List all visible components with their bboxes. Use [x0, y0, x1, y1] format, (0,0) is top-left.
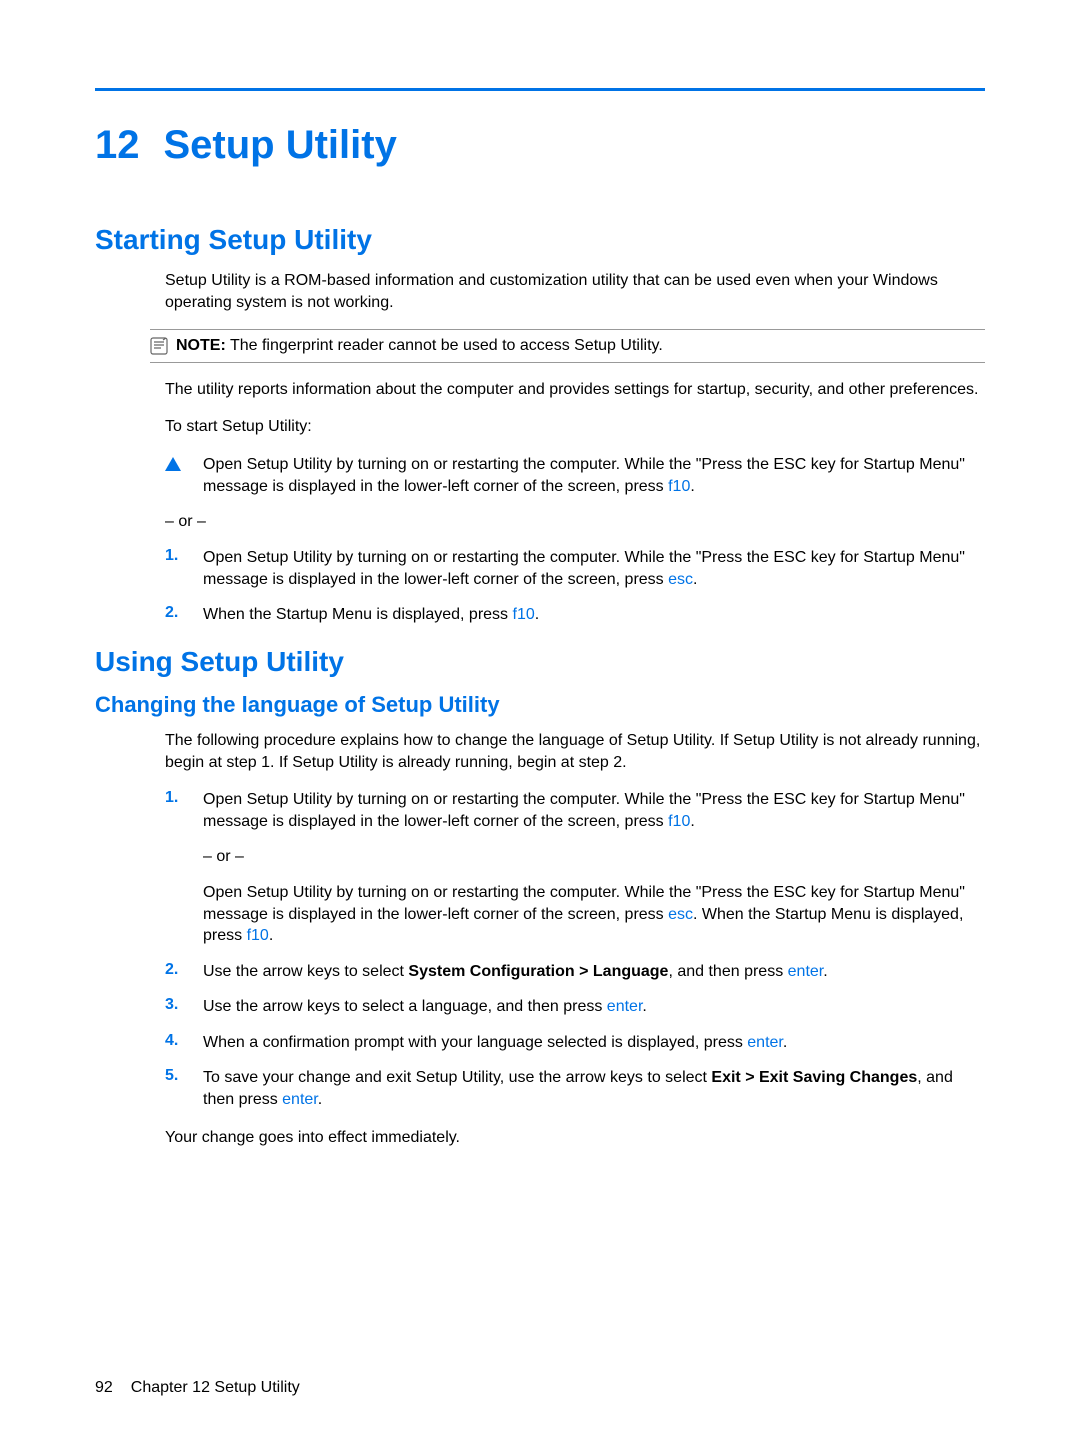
note-block: NOTE: The fingerprint reader cannot be u… [150, 329, 985, 363]
bullet-triangle-row: Open Setup Utility by turning on or rest… [165, 454, 985, 497]
s2-step-3: 3. Use the arrow keys to select a langua… [165, 996, 985, 1018]
s2-step-1-text: Open Setup Utility by turning on or rest… [203, 789, 985, 947]
s1-step-2-text: When the Startup Menu is displayed, pres… [203, 604, 985, 626]
step-number: 2. [165, 961, 178, 978]
note-icon [150, 337, 168, 355]
note-text: NOTE: The fingerprint reader cannot be u… [176, 335, 663, 357]
heading-changing-language: Changing the language of Setup Utility [95, 692, 985, 718]
or-divider-2: – or – [203, 846, 985, 868]
chapter-title: 12 Setup Utility [95, 123, 985, 168]
step-number: 3. [165, 996, 178, 1013]
page-footer: 92 Chapter 12 Setup Utility [95, 1379, 300, 1397]
step-number: 1. [165, 547, 178, 564]
s2-paragraph-end: Your change goes into effect immediately… [165, 1127, 985, 1149]
triangle-icon [165, 454, 185, 471]
s2-step-2: 2. Use the arrow keys to select System C… [165, 961, 985, 983]
s2-step-3-text: Use the arrow keys to select a language,… [203, 996, 985, 1018]
top-divider [95, 88, 985, 91]
s2-step-4-text: When a confirmation prompt with your lan… [203, 1032, 985, 1054]
s1-step-1-text: Open Setup Utility by turning on or rest… [203, 547, 985, 590]
chapter-number: 12 [95, 123, 140, 168]
step-number: 1. [165, 789, 178, 806]
step-number: 4. [165, 1032, 178, 1049]
s2-paragraph-1: The following procedure explains how to … [165, 730, 985, 773]
s2-step-5: 5. To save your change and exit Setup Ut… [165, 1067, 985, 1110]
chapter-title-text: Setup Utility [164, 123, 397, 167]
s1-step-2: 2. When the Startup Menu is displayed, p… [165, 604, 985, 626]
heading-starting: Starting Setup Utility [95, 224, 985, 256]
step-number: 5. [165, 1067, 178, 1084]
step-number: 2. [165, 604, 178, 621]
or-divider-1: – or – [165, 513, 985, 531]
s2-step-4: 4. When a confirmation prompt with your … [165, 1032, 985, 1054]
bullet-triangle-text: Open Setup Utility by turning on or rest… [203, 454, 985, 497]
heading-using: Using Setup Utility [95, 646, 985, 678]
s2-step-1: 1. Open Setup Utility by turning on or r… [165, 789, 985, 947]
s1-paragraph-1: Setup Utility is a ROM-based information… [165, 270, 985, 313]
s1-paragraph-3: To start Setup Utility: [165, 416, 985, 438]
note-label: NOTE: [176, 337, 226, 354]
s2-step-5-text: To save your change and exit Setup Utili… [203, 1067, 985, 1110]
s2-step-2-text: Use the arrow keys to select System Conf… [203, 961, 985, 983]
s1-step-1: 1. Open Setup Utility by turning on or r… [165, 547, 985, 590]
page-number: 92 [95, 1379, 113, 1397]
footer-text: Chapter 12 Setup Utility [131, 1379, 300, 1396]
s1-paragraph-2: The utility reports information about th… [165, 379, 985, 401]
note-body: The fingerprint reader cannot be used to… [230, 337, 663, 354]
